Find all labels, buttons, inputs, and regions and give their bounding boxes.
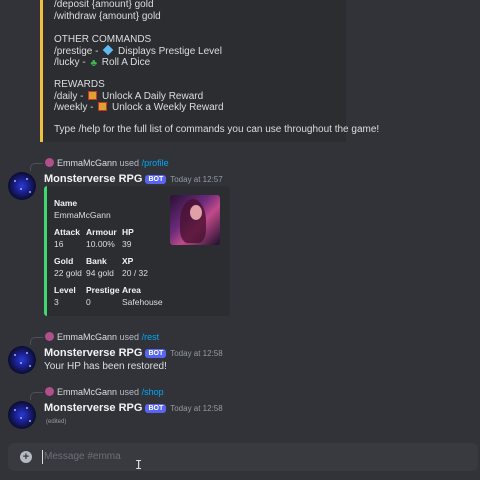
gem-icon — [102, 44, 114, 56]
bot-badge: BOT — [145, 349, 167, 358]
field-value: 0 — [86, 297, 91, 307]
timestamp[interactable]: Today at 12:58 — [170, 404, 222, 413]
bot-badge: BOT — [145, 404, 167, 413]
avatar[interactable] — [8, 346, 36, 374]
reply-username[interactable]: EmmaMcGann — [57, 387, 117, 397]
help-command: /lucky - — [54, 57, 89, 68]
reply-avatar — [45, 387, 54, 396]
help-description: Unlock a Weekly Reward — [112, 102, 224, 113]
message-header: Monsterverse RPG BOT Today at 12:57 — [44, 173, 223, 185]
help-description: Unlock A Daily Reward — [102, 91, 204, 102]
reply-used-text: used — [119, 158, 140, 168]
field-value: 39 — [122, 239, 132, 249]
reply-connector — [30, 392, 43, 400]
embed-accent-bar — [40, 0, 43, 142]
field-value: 3 — [54, 297, 59, 307]
reply-used-text: used — [119, 332, 140, 342]
field-label: Armour — [86, 227, 117, 237]
edited-indicator: (edited) — [46, 419, 67, 425]
field-value: 16 — [54, 239, 64, 249]
author-name[interactable]: Monsterverse RPG — [44, 402, 142, 414]
field-label: Prestige — [86, 285, 120, 295]
timestamp[interactable]: Today at 12:57 — [170, 175, 222, 184]
help-line-prestige: /prestige - Displays Prestige Level — [54, 44, 222, 57]
reply-command[interactable]: /profile — [142, 158, 169, 168]
help-line: /deposit {amount} gold — [54, 0, 154, 10]
message-header: Monsterverse RPG BOT Today at 12:58 — [44, 347, 223, 359]
help-footer-text: Type /help for the full list of commands… — [54, 124, 380, 135]
field-value: Safehouse — [122, 297, 163, 307]
message-input[interactable]: Message #emma — [44, 451, 121, 462]
plus-icon[interactable]: + — [20, 451, 32, 463]
reply-command[interactable]: /shop — [142, 387, 164, 397]
reply-username[interactable]: EmmaMcGann — [57, 158, 117, 168]
field-label: Name — [54, 198, 78, 208]
field-label: XP — [122, 256, 134, 266]
help-section-heading: REWARDS — [54, 79, 105, 90]
text-cursor-icon: I — [135, 458, 143, 472]
text-caret — [42, 450, 43, 464]
reply-command[interactable]: /rest — [142, 332, 160, 342]
field-label: Attack — [54, 227, 80, 237]
field-label: Area — [122, 285, 141, 295]
reply-connector — [30, 163, 43, 171]
field-value: 20 / 32 — [122, 268, 148, 278]
help-description: Displays Prestige Level — [118, 46, 222, 57]
gift-icon — [88, 91, 98, 100]
avatar[interactable] — [8, 172, 36, 200]
field-label: Level — [54, 285, 76, 295]
help-section-heading: OTHER COMMANDS — [54, 34, 152, 45]
message-header: Monsterverse RPG BOT Today at 12:58 — [44, 402, 223, 414]
author-name[interactable]: Monsterverse RPG — [44, 347, 142, 359]
field-value: 94 gold — [86, 268, 114, 278]
reply-avatar — [45, 158, 54, 167]
field-value: 10.00% — [86, 239, 115, 249]
field-label: Gold — [54, 256, 74, 266]
help-command: /daily - — [54, 91, 87, 102]
help-command: /prestige - — [54, 46, 102, 57]
message-composer[interactable]: + Message #emma — [8, 443, 478, 471]
help-embed: /deposit {amount} gold /withdraw {amount… — [40, 0, 379, 142]
timestamp[interactable]: Today at 12:58 — [170, 349, 222, 358]
help-command: /weekly - — [54, 102, 97, 113]
profile-embed: Name EmmaMcGann Attack 16 Armour 10.00% … — [44, 186, 230, 316]
field-label: HP — [122, 227, 134, 237]
help-description: Roll A Dice — [101, 57, 151, 68]
field-value: EmmaMcGann — [54, 210, 111, 220]
message-content: Your HP has been restored! — [44, 361, 167, 372]
help-line-daily: /daily - Unlock A Daily Reward — [54, 91, 203, 102]
clover-icon: ♣ — [90, 58, 98, 69]
field-value: 22 gold — [54, 268, 82, 278]
author-name[interactable]: Monsterverse RPG — [44, 173, 142, 185]
avatar[interactable] — [8, 401, 36, 429]
help-line-weekly: /weekly - Unlock a Weekly Reward — [54, 102, 224, 113]
embed-accent-bar — [44, 186, 47, 316]
gift-icon — [98, 102, 108, 111]
bot-badge: BOT — [145, 175, 167, 184]
reply-used-text: used — [119, 387, 140, 397]
field-label: Bank — [86, 256, 107, 266]
help-line-lucky: /lucky - ♣ Roll A Dice — [54, 57, 151, 69]
reply-avatar — [45, 332, 54, 341]
help-line: /withdraw {amount} gold — [54, 11, 161, 22]
reply-username[interactable]: EmmaMcGann — [57, 332, 117, 342]
reply-connector — [30, 337, 43, 345]
profile-thumbnail[interactable] — [170, 195, 220, 245]
